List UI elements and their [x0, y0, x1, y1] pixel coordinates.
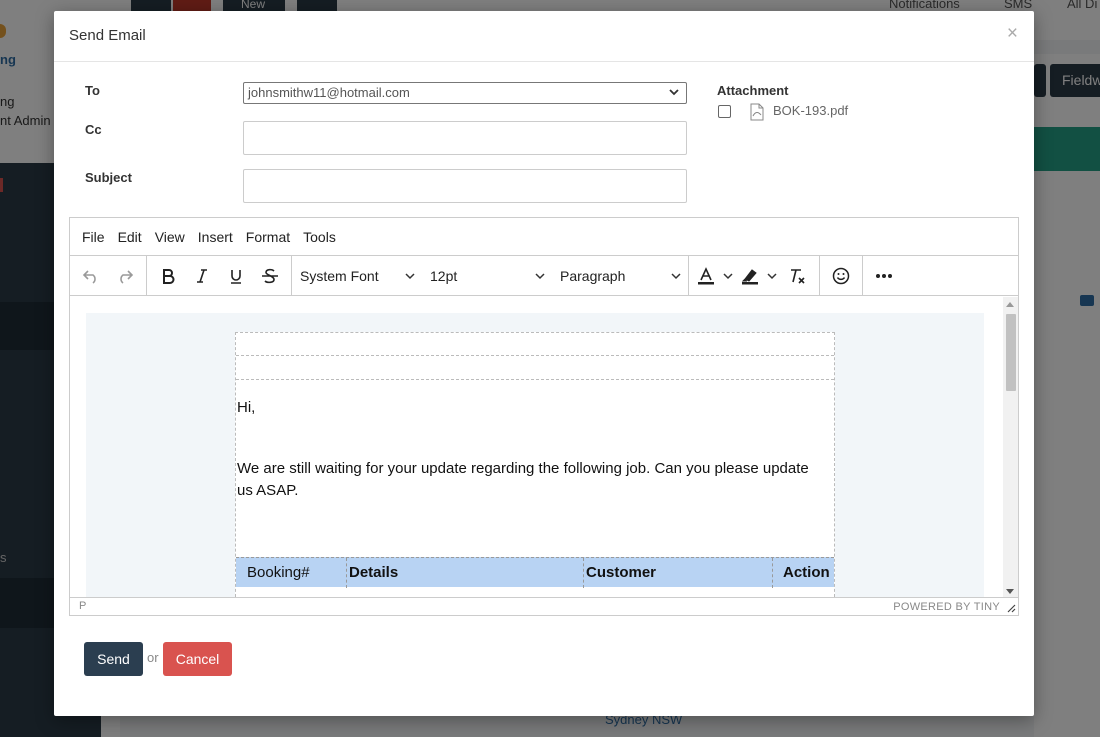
menu-edit[interactable]: Edit — [112, 225, 148, 249]
font-family-select[interactable]: System Font — [292, 261, 422, 291]
underline-button[interactable] — [219, 261, 253, 291]
highlight-color-split — [737, 261, 781, 291]
menu-file[interactable]: File — [76, 225, 111, 249]
send-button[interactable]: Send — [84, 642, 143, 676]
emoji-group — [820, 255, 863, 296]
highlighter-icon — [741, 268, 758, 284]
rich-text-editor: File Edit View Insert Format Tools Syste… — [69, 217, 1019, 616]
redo-icon — [120, 269, 134, 284]
send-email-modal: Send Email × To johnsmithw11@hotmail.com… — [54, 11, 1034, 716]
modal-title: Send Email — [69, 27, 146, 44]
text-color-arrow[interactable] — [719, 270, 737, 282]
redo-button[interactable] — [108, 261, 142, 291]
font-group: System Font 12pt Paragraph — [292, 255, 689, 296]
block-format-select[interactable]: Paragraph — [552, 261, 688, 291]
resize-handle-icon[interactable] — [1006, 603, 1016, 613]
more-icon — [876, 273, 892, 278]
font-size-value: 12pt — [430, 267, 458, 284]
scroll-down-arrow[interactable] — [1006, 589, 1014, 594]
email-body-text[interactable]: We are still waiting for your update reg… — [237, 458, 827, 502]
editor-statusbar: P POWERED BY TINY — [70, 597, 1018, 615]
font-family-value: System Font — [300, 267, 379, 284]
block-format-value: Paragraph — [560, 267, 626, 284]
attachment-title: Attachment — [717, 83, 789, 98]
email-template-body: Hi, We are still waiting for your update… — [235, 332, 835, 599]
to-select[interactable]: johnsmithw11@hotmail.com — [243, 82, 687, 104]
more-button[interactable] — [867, 261, 901, 291]
clear-formatting-button[interactable] — [781, 261, 815, 291]
subject-label: Subject — [85, 170, 132, 185]
element-path[interactable]: P — [79, 600, 86, 612]
clear-formatting-icon — [791, 268, 805, 284]
undo-icon — [82, 269, 96, 284]
to-select-value: johnsmithw11@hotmail.com — [248, 85, 410, 100]
text-color-button[interactable] — [693, 261, 719, 291]
email-greeting[interactable]: Hi, — [237, 397, 255, 419]
bold-button[interactable] — [151, 261, 185, 291]
highlight-color-button[interactable] — [737, 261, 763, 291]
cc-input[interactable] — [243, 121, 687, 155]
color-group — [689, 255, 820, 296]
modal-header: Send Email × — [54, 11, 1034, 62]
font-size-select[interactable]: 12pt — [422, 261, 552, 291]
chevron-down-icon — [535, 272, 545, 279]
email-template-background: Hi, We are still waiting for your update… — [86, 313, 984, 599]
to-label: To — [85, 83, 100, 98]
table-header-booking[interactable]: Booking# — [236, 558, 347, 588]
highlight-color-arrow[interactable] — [763, 270, 781, 282]
editor-toolbar: System Font 12pt Paragraph — [70, 255, 1018, 296]
pdf-file-icon — [750, 103, 764, 121]
editor-scrollbar[interactable] — [1003, 297, 1018, 599]
history-group — [70, 255, 147, 296]
chevron-down-icon — [671, 272, 681, 279]
table-header-customer[interactable]: Customer — [584, 558, 773, 588]
cancel-button[interactable]: Cancel — [163, 642, 232, 676]
subject-input[interactable] — [243, 169, 687, 203]
attachment-filename[interactable]: BOK-193.pdf — [773, 103, 848, 118]
close-icon[interactable]: × — [1007, 24, 1018, 43]
table-header-details[interactable]: Details — [347, 558, 584, 588]
underline-icon — [231, 269, 241, 284]
undo-button[interactable] — [74, 261, 108, 291]
chevron-down-icon — [767, 272, 777, 279]
menu-view[interactable]: View — [149, 225, 191, 249]
menu-insert[interactable]: Insert — [192, 225, 239, 249]
powered-by-tiny[interactable]: POWERED BY TINY — [893, 601, 1000, 613]
chevron-down-icon — [669, 89, 679, 96]
menu-format[interactable]: Format — [240, 225, 296, 249]
attachment-checkbox[interactable] — [718, 105, 731, 118]
strikethrough-icon — [262, 268, 278, 283]
chevron-down-icon — [405, 272, 415, 279]
menu-tools[interactable]: Tools — [297, 225, 342, 249]
template-header-row-2 — [236, 379, 834, 380]
text-color-icon — [698, 266, 714, 284]
or-text: or — [147, 650, 159, 665]
jobs-table-header: Booking# Details Customer Action — [236, 557, 834, 588]
editor-content-area[interactable]: Hi, We are still waiting for your update… — [70, 297, 1018, 599]
emoji-button[interactable] — [824, 261, 858, 291]
text-color-split — [693, 261, 737, 291]
table-header-action[interactable]: Action — [773, 558, 834, 588]
editor-menubar: File Edit View Insert Format Tools — [70, 218, 1018, 256]
italic-icon — [197, 268, 207, 283]
emoji-icon — [832, 267, 850, 284]
scroll-thumb[interactable] — [1006, 314, 1016, 391]
template-header-row — [236, 355, 834, 356]
italic-button[interactable] — [185, 261, 219, 291]
strikethrough-button[interactable] — [253, 261, 287, 291]
format-group — [147, 255, 292, 296]
chevron-down-icon — [723, 272, 733, 279]
scroll-up-arrow[interactable] — [1006, 302, 1014, 307]
bold-icon — [163, 268, 175, 284]
more-group — [863, 256, 905, 296]
cc-label: Cc — [85, 122, 102, 137]
